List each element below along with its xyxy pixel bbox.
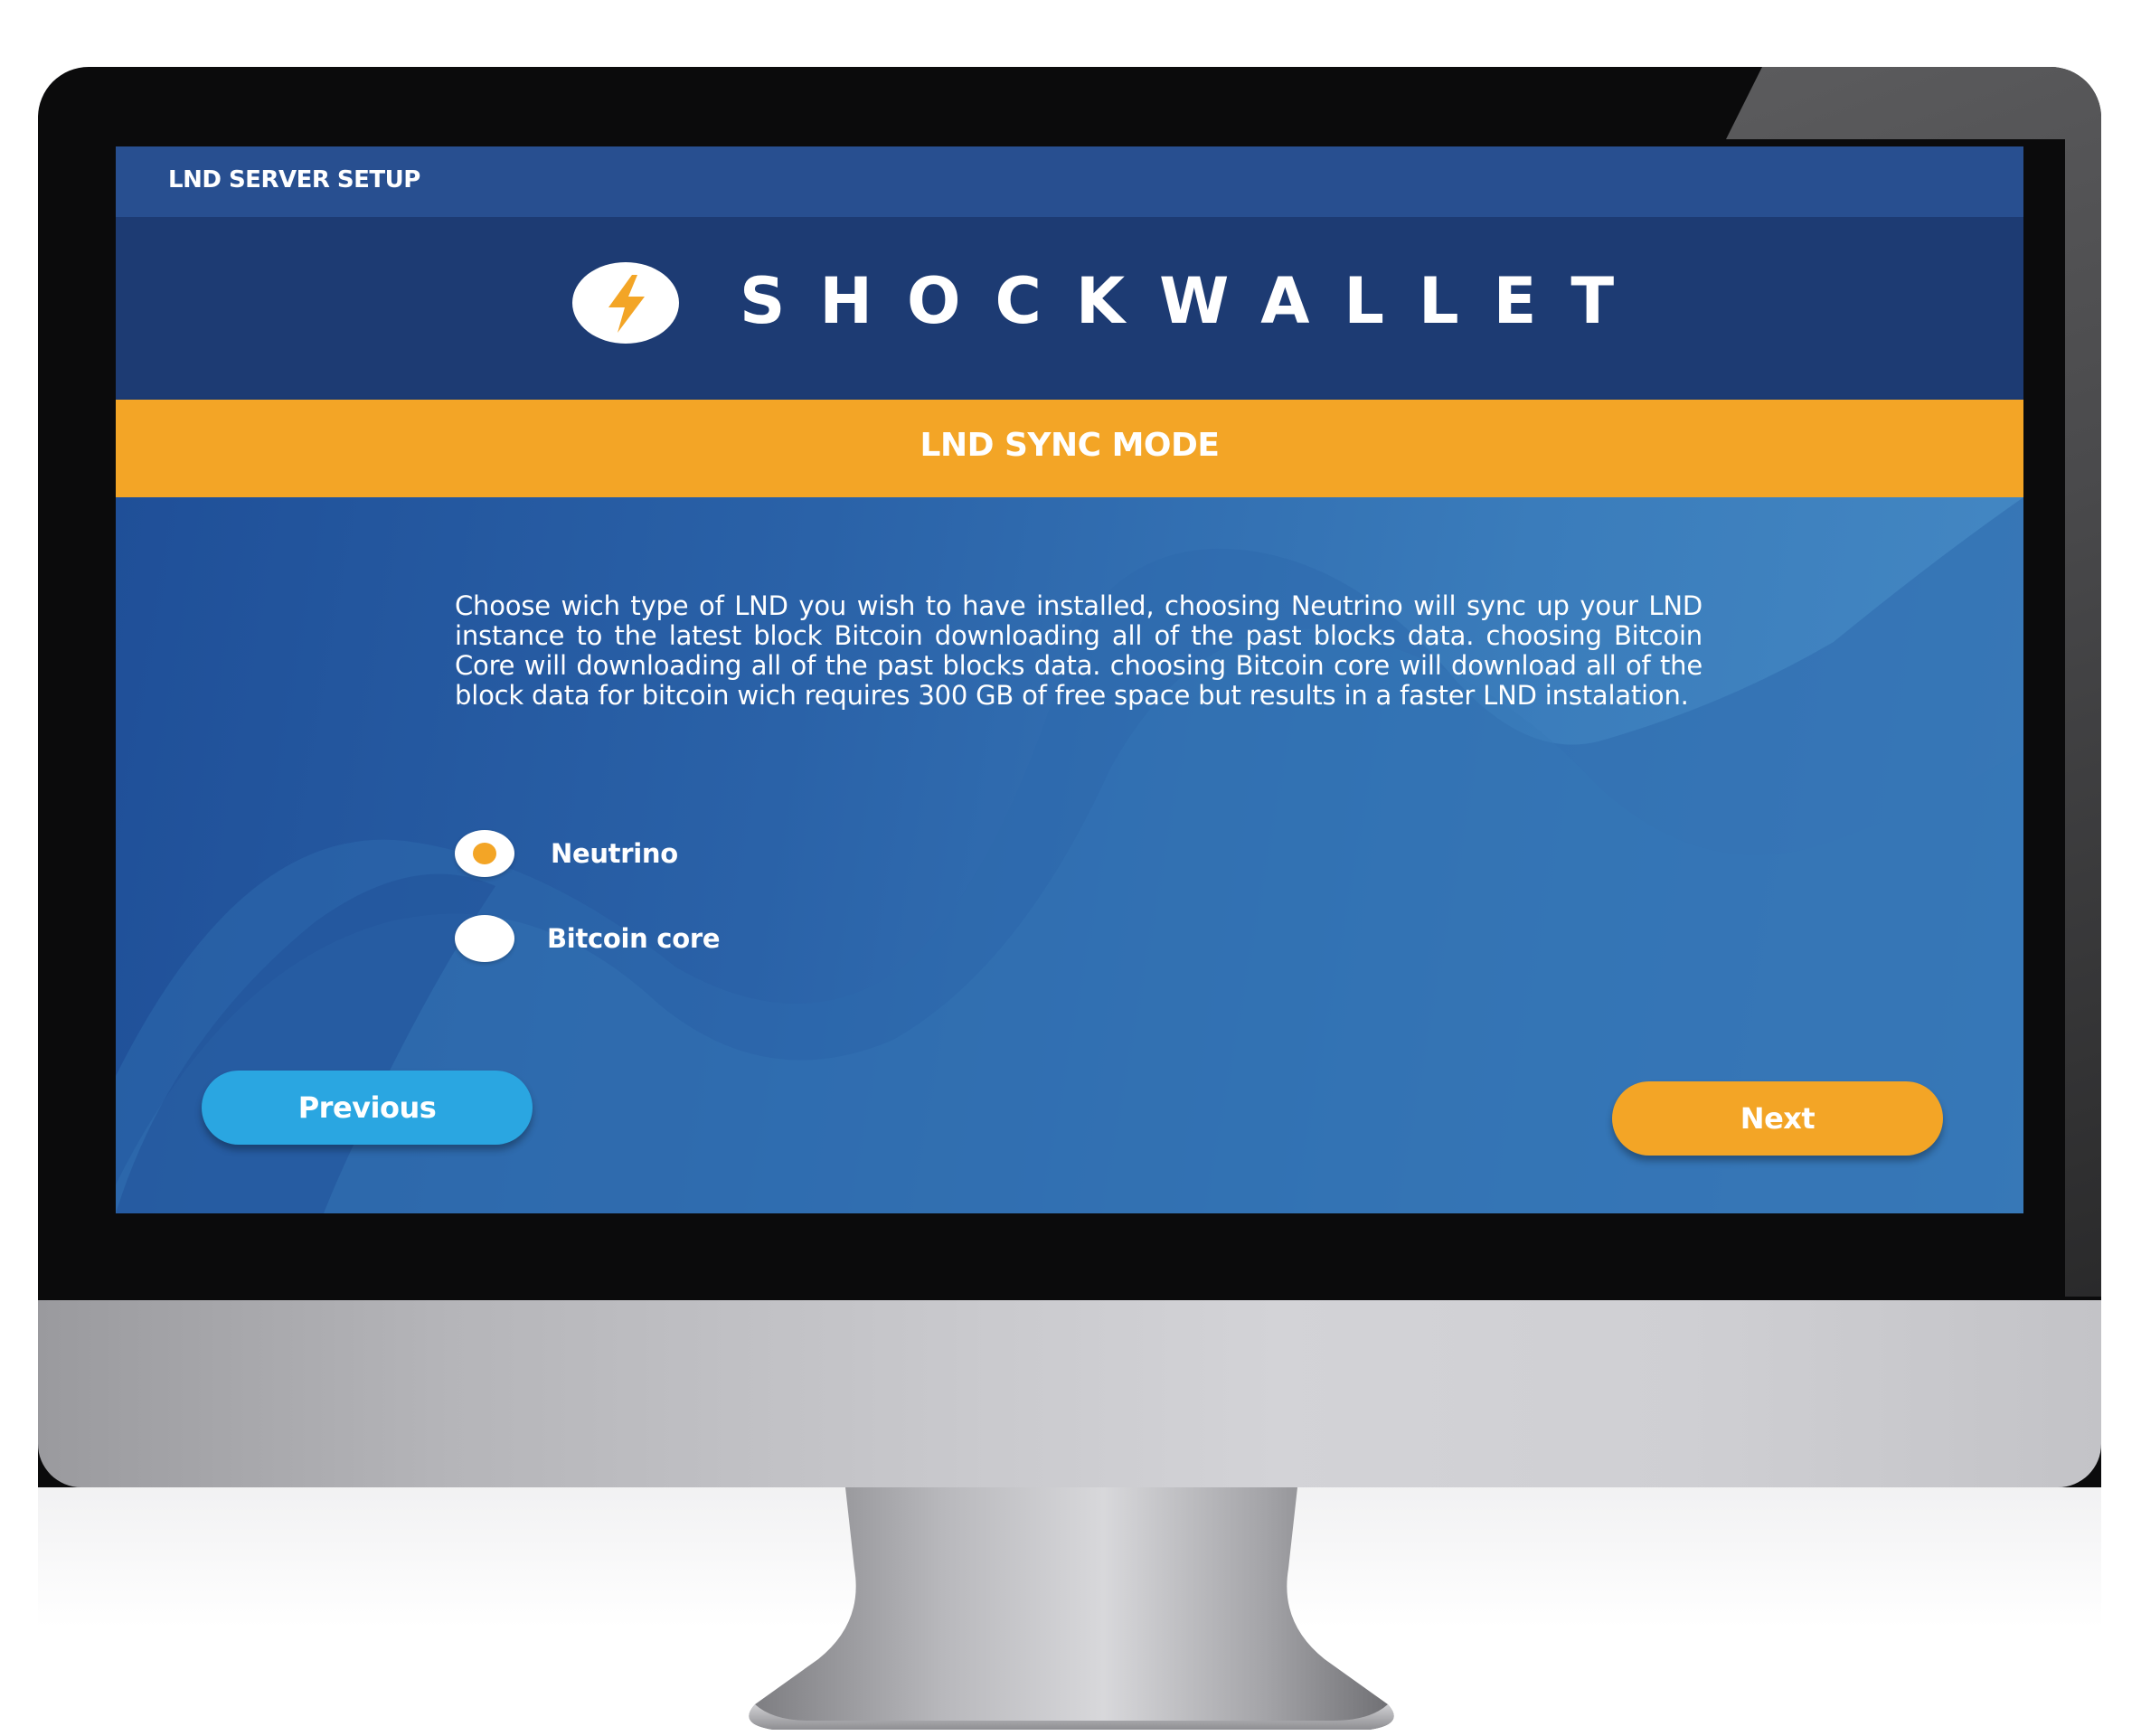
description-text: Choose wich type of LND you wish to have… [455,590,1702,711]
step-header: LND SYNC MODE [116,400,2023,497]
title-bar: LND SERVER SETUP [116,146,2023,218]
content-panel: Choose wich type of LND you wish to have… [116,497,2023,1213]
app-window: LND SERVER SETUP SHOCKWALLET LND SYNC MO… [116,146,2023,1213]
step-title: LND SYNC MODE [920,427,1220,464]
monitor-chin [38,1300,2101,1487]
previous-button[interactable]: Previous [202,1071,533,1145]
next-button[interactable]: Next [1612,1081,1943,1156]
window-title: LND SERVER SETUP [168,166,420,193]
radio-selected-dot [473,843,496,864]
option-bitcoin-core[interactable]: Bitcoin core [455,915,720,962]
brand-header: SHOCKWALLET [116,217,2023,400]
option-label-bitcoin-core: Bitcoin core [547,923,721,954]
monitor-stand [749,1487,1394,1730]
radio-button-bitcoin-core[interactable] [455,915,514,962]
option-neutrino[interactable]: Neutrino [455,830,678,877]
brand-name: SHOCKWALLET [740,264,1649,338]
lightning-bolt-icon [608,275,645,333]
option-label-neutrino: Neutrino [551,838,678,869]
radio-button-neutrino[interactable] [455,830,514,877]
brand-logo [572,262,679,344]
